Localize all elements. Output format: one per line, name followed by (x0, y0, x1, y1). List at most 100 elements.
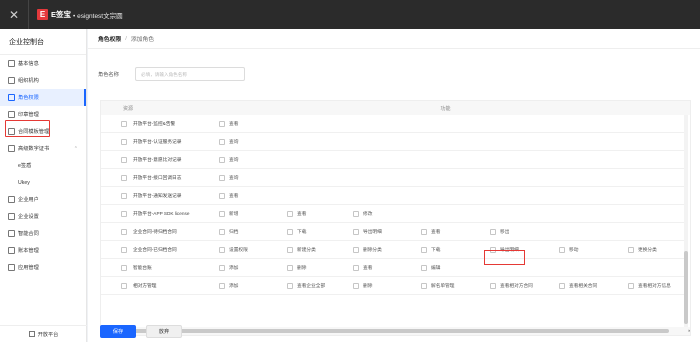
resource-checkbox[interactable] (121, 120, 127, 127)
sidebar-item-seals[interactable]: 印章管理 (0, 106, 86, 123)
function-checkbox[interactable] (490, 228, 496, 235)
settings-icon (8, 213, 15, 220)
function-checkbox[interactable] (353, 246, 359, 253)
function-checkbox[interactable] (490, 282, 496, 289)
sidebar-item-ledger[interactable]: 账本管理 (0, 242, 86, 259)
function-label: 新建分类 (297, 246, 316, 252)
sidebar-item-basic-info[interactable]: 基本信息 (0, 55, 86, 72)
sidebar-item-certs[interactable]: 高级数字证书 ⌃ (0, 140, 86, 157)
breadcrumb-add-role: 添加角色 (130, 37, 155, 43)
function-checkbox[interactable] (559, 282, 565, 289)
scroll-thumb[interactable] (109, 329, 669, 333)
table-row: 开放平台-通知发送记录 查看 (101, 187, 686, 205)
function-checkbox[interactable] (219, 246, 225, 253)
function-checkbox[interactable] (287, 228, 293, 235)
function-label: 查看 (229, 192, 239, 198)
sidebar-item-eshield[interactable]: e签盾 (0, 157, 86, 174)
function-checkbox[interactable] (287, 246, 293, 253)
function-checkbox[interactable] (353, 228, 359, 235)
cancel-button[interactable]: 放弃 (146, 325, 182, 338)
function-label: 查看 (363, 264, 373, 270)
function-label: 删除 (297, 264, 307, 270)
sidebar-title: 企业控制台 (0, 29, 86, 55)
role-name-input[interactable] (135, 67, 245, 81)
vertical-scrollbar[interactable] (684, 115, 688, 327)
resource-checkbox[interactable] (121, 282, 127, 289)
function-checkbox[interactable] (353, 264, 359, 271)
resource-name: 开放平台-监控&告警 (133, 120, 176, 126)
sidebar-item-settings[interactable]: 企业设置 (0, 208, 86, 225)
sidebar-item-apps[interactable]: 应用管理 (0, 259, 86, 276)
contract-icon (8, 230, 15, 237)
scroll-thumb[interactable] (684, 251, 688, 324)
resource-checkbox[interactable] (121, 264, 127, 271)
function-checkbox[interactable] (421, 228, 427, 235)
resource-checkbox[interactable] (121, 138, 127, 145)
resource-name: 开放平台-通知发送记录 (133, 192, 182, 198)
cert-icon (8, 145, 15, 152)
table-row: 开放平台-APP SDK license 新增 查看 修改 (101, 205, 686, 223)
function-checkbox[interactable] (353, 282, 359, 289)
function-checkbox[interactable] (219, 156, 225, 163)
function-checkbox[interactable] (219, 282, 225, 289)
scroll-right-icon[interactable]: ▸ (688, 328, 690, 334)
function-checkbox[interactable] (490, 246, 496, 253)
resource-checkbox[interactable] (121, 210, 127, 217)
function-checkbox[interactable] (219, 174, 225, 181)
breadcrumb-roles[interactable]: 角色权限 (98, 34, 121, 43)
function-checkbox[interactable] (628, 282, 634, 289)
function-label: 导出明细 (363, 228, 382, 234)
function-checkbox[interactable] (219, 264, 225, 271)
function-label: 新增 (229, 210, 239, 216)
sidebar-item-smart-contract[interactable]: 智能合同 (0, 225, 86, 242)
function-checkbox[interactable] (287, 210, 293, 217)
user-icon (8, 196, 15, 203)
function-checkbox[interactable] (628, 246, 634, 253)
function-checkbox[interactable] (287, 282, 293, 289)
close-icon[interactable]: ✕ (0, 0, 29, 29)
table-row: 开放平台-监控&告警 查看 (101, 115, 686, 133)
table-row: 开放平台-意愿比对记录 查询 (101, 151, 686, 169)
function-checkbox[interactable] (219, 192, 225, 199)
sidebar-item-users[interactable]: 企业用户 (0, 191, 86, 208)
resource-checkbox[interactable] (121, 174, 127, 181)
function-label: 查看相关合同 (569, 282, 598, 288)
function-checkbox[interactable] (421, 264, 427, 271)
resource-name: 企业合同-待归档合同 (133, 228, 177, 234)
function-checkbox[interactable] (219, 210, 225, 217)
function-checkbox[interactable] (287, 264, 293, 271)
function-label: 移动 (569, 246, 579, 252)
resource-name: 开放平台-认证服务记录 (133, 138, 182, 144)
esign-logo-icon: E (37, 9, 48, 20)
function-label: 查询 (229, 156, 239, 162)
function-label: 查看相对方合同 (500, 282, 533, 288)
function-checkbox[interactable] (559, 246, 565, 253)
info-icon (8, 60, 15, 67)
open-platform-link[interactable]: 开放平台 (0, 325, 87, 342)
resource-checkbox[interactable] (121, 192, 127, 199)
resource-name: 开放平台-APP SDK license (133, 210, 190, 216)
save-button[interactable]: 保存 (100, 325, 136, 338)
function-checkbox[interactable] (219, 228, 225, 235)
table-row: 开放平台-接口回调日志 查询 (101, 169, 686, 187)
function-label: 修改 (363, 210, 373, 216)
function-checkbox[interactable] (219, 138, 225, 145)
sidebar-item-org[interactable]: 组织机构 (0, 72, 86, 89)
sidebar-item-roles[interactable]: 角色权限 (0, 89, 86, 106)
resource-checkbox[interactable] (121, 228, 127, 235)
function-checkbox[interactable] (353, 210, 359, 217)
resource-checkbox[interactable] (121, 156, 127, 163)
resource-checkbox[interactable] (121, 246, 127, 253)
app-icon (8, 264, 15, 271)
function-checkbox[interactable] (421, 246, 427, 253)
sidebar-item-ukey[interactable]: Ukey (0, 174, 86, 191)
function-checkbox[interactable] (421, 282, 427, 289)
function-label: 查看 (431, 228, 441, 234)
function-label: 更换分类 (638, 246, 657, 252)
function-label: 查看 (229, 120, 239, 126)
brand: E E签宝 • esigntest文宗圆 (37, 9, 123, 20)
function-label: 查看企业全部 (297, 282, 326, 288)
org-icon (8, 77, 15, 84)
function-checkbox[interactable] (219, 120, 225, 127)
sidebar-item-templates[interactable]: 合同模板管理 (0, 123, 86, 140)
